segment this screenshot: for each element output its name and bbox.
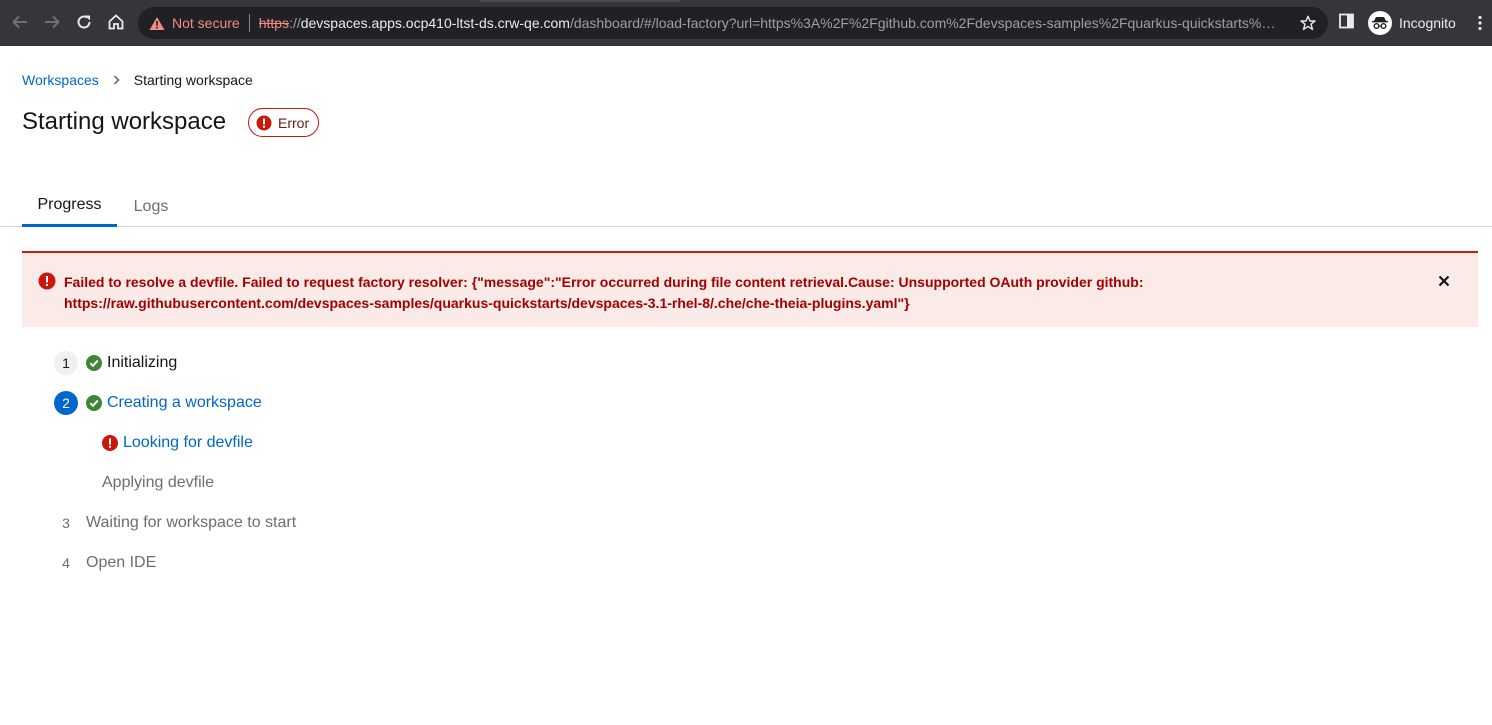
arrow-right-icon — [45, 15, 60, 29]
forward-button[interactable] — [40, 10, 64, 34]
url-path: /dashboard/#/load-factory?url=https%3A%2… — [569, 15, 1276, 31]
more-menu-icon[interactable] — [1472, 13, 1488, 33]
home-icon — [108, 14, 124, 30]
step-number: 1 — [54, 351, 78, 375]
side-panel-icon[interactable] — [1339, 13, 1359, 33]
url-separator: :// — [289, 15, 301, 31]
arrow-left-icon — [12, 15, 27, 29]
incognito-icon — [1368, 11, 1392, 35]
breadcrumb-workspaces-link[interactable]: Workspaces — [22, 72, 99, 88]
tab-bar: Progress Logs — [0, 186, 1492, 227]
step-number: 4 — [62, 555, 70, 571]
step-label: Applying devfile — [102, 474, 215, 491]
exclamation-circle-icon — [256, 115, 272, 131]
chevron-right-icon — [113, 75, 120, 85]
address-bar[interactable]: Not secure https://devspaces.apps.ocp410… — [138, 7, 1328, 39]
security-status[interactable]: Not secure — [172, 15, 240, 31]
step-label: Looking for devfile — [123, 434, 253, 451]
step-number: 3 — [62, 515, 70, 531]
warning-icon — [148, 14, 166, 32]
back-button[interactable] — [8, 10, 32, 34]
reload-icon — [77, 15, 91, 29]
exclamation-circle-icon — [102, 435, 118, 451]
step-waiting-for-workspace[interactable]: 3 Waiting for workspace to start — [54, 511, 296, 535]
profile-button[interactable]: Incognito — [1368, 10, 1456, 36]
step-open-ide[interactable]: 4 Open IDE — [54, 551, 156, 575]
alert-message: Failed to resolve a devfile. Failed to r… — [64, 272, 1404, 314]
substep-applying-devfile[interactable]: Applying devfile — [102, 471, 214, 495]
step-creating-workspace[interactable]: 2 Creating a workspace — [54, 391, 262, 415]
step-label: Initializing — [107, 354, 178, 371]
step-label: Creating a workspace — [107, 394, 262, 411]
step-initializing[interactable]: 1 Initializing — [54, 351, 177, 375]
page-title: Starting workspace — [22, 108, 227, 135]
status-badge: Error — [248, 108, 320, 137]
url-text[interactable]: https://devspaces.apps.ocp410-ltst-ds.cr… — [259, 15, 1289, 31]
home-button[interactable] — [104, 10, 128, 34]
check-circle-icon — [86, 355, 102, 371]
url-scheme: https — [258, 15, 290, 31]
error-alert: Failed to resolve a devfile. Failed to r… — [22, 251, 1478, 327]
breadcrumb-current: Starting workspace — [133, 72, 253, 88]
profile-label: Incognito — [1399, 15, 1456, 31]
step-number: 2 — [54, 391, 78, 415]
browser-toolbar: Not secure https://devspaces.apps.ocp410… — [0, 0, 1492, 46]
url-host: devspaces.apps.ocp410-ltst-ds.crw-qe.com — [300, 15, 570, 31]
step-label: Open IDE — [86, 554, 157, 571]
tab-strip-edge — [480, 0, 680, 2]
alert-message-line-1: Failed to resolve a devfile. Failed to r… — [64, 274, 1144, 290]
alert-message-line-2: https://raw.githubusercontent.com/devspa… — [64, 295, 910, 311]
close-icon[interactable] — [1436, 273, 1452, 289]
exclamation-circle-icon — [38, 272, 56, 295]
substep-looking-for-devfile[interactable]: Looking for devfile — [94, 431, 253, 455]
tab-progress[interactable]: Progress — [22, 186, 117, 227]
omnibox-divider — [248, 14, 250, 32]
breadcrumb: Workspaces Starting workspace — [22, 72, 253, 88]
step-label: Waiting for workspace to start — [86, 514, 297, 531]
bookmark-star-icon[interactable] — [1298, 13, 1318, 33]
status-label: Error — [278, 114, 310, 131]
tab-logs[interactable]: Logs — [117, 186, 185, 227]
reload-button[interactable] — [72, 10, 96, 34]
check-circle-icon — [86, 395, 102, 411]
